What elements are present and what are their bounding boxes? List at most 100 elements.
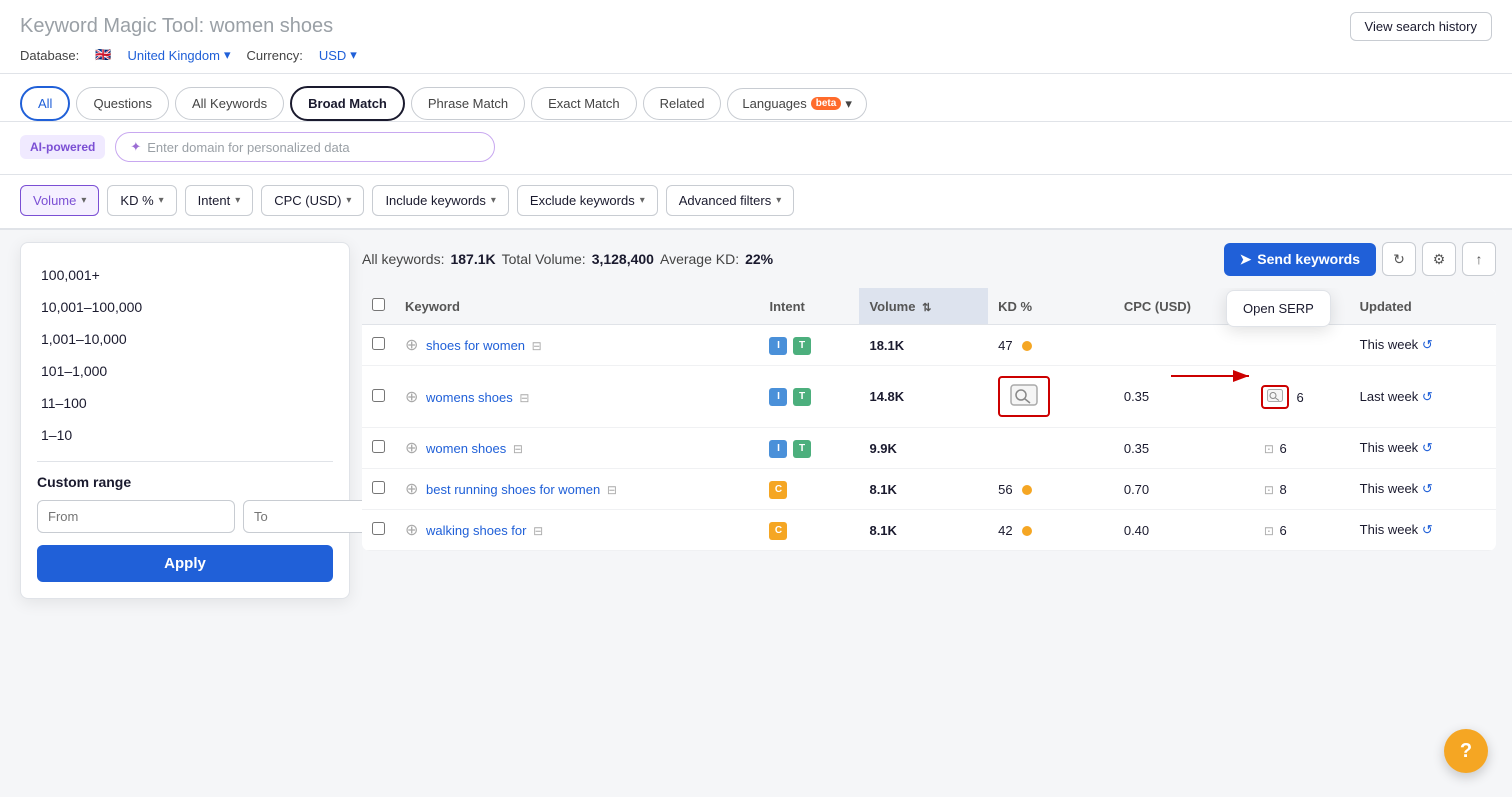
serp-icon[interactable]: ⊡ xyxy=(1264,524,1274,538)
sf-cell: 6 xyxy=(1251,366,1350,428)
table-row: ⊕ best running shoes for women ⊟ C 8.1K … xyxy=(362,469,1496,510)
filter-advanced[interactable]: Advanced filters ▾ xyxy=(666,185,795,216)
tab-languages[interactable]: Languages beta ▾ xyxy=(727,88,866,120)
row-checkbox[interactable] xyxy=(372,440,385,453)
filter-kd[interactable]: KD % ▾ xyxy=(107,185,176,216)
tab-exact-match[interactable]: Exact Match xyxy=(531,87,637,120)
select-all-checkbox[interactable] xyxy=(372,298,385,311)
filter-volume[interactable]: Volume ▾ xyxy=(20,185,99,216)
chevron-down-icon: ▾ xyxy=(845,96,852,112)
currency-selector[interactable]: USD ▾ xyxy=(319,47,357,63)
intent-cell: C xyxy=(759,469,859,510)
keyword-link[interactable]: womens shoes xyxy=(426,390,513,405)
view-history-button[interactable]: View search history xyxy=(1350,12,1492,41)
serp-icon[interactable]: ⊡ xyxy=(1264,442,1274,456)
intent-badge-i: I xyxy=(769,440,787,458)
row-checkbox-cell xyxy=(362,510,395,551)
row-checkbox[interactable] xyxy=(372,522,385,535)
database-row: Database: 🇬🇧 United Kingdom ▾ Currency: … xyxy=(20,47,1492,63)
range-from-input[interactable] xyxy=(37,500,235,533)
volume-option-1k[interactable]: 1,001–10,000 xyxy=(37,323,333,355)
add-icon[interactable]: ⊕ xyxy=(405,481,418,498)
tabs-row: All Questions All Keywords Broad Match P… xyxy=(20,86,1492,121)
filter-exclude-keywords[interactable]: Exclude keywords ▾ xyxy=(517,185,658,216)
keyword-link[interactable]: best running shoes for women xyxy=(426,482,600,497)
filter-intent[interactable]: Intent ▾ xyxy=(185,185,254,216)
serp-search-icon xyxy=(1010,384,1038,406)
total-volume-value: 3,128,400 xyxy=(592,251,654,267)
help-button[interactable]: ? xyxy=(1444,729,1488,773)
volume-column-header[interactable]: Volume ⇅ xyxy=(859,288,988,325)
volume-option-100k[interactable]: 100,001+ xyxy=(37,259,333,291)
cpc-cell: 0.35 xyxy=(1114,366,1251,428)
refresh-icon[interactable]: ↺ xyxy=(1422,337,1433,352)
tab-phrase-match[interactable]: Phrase Match xyxy=(411,87,525,120)
cpc-cell: 0.70 xyxy=(1114,469,1251,510)
custom-range-label: Custom range xyxy=(37,474,333,490)
send-keywords-button[interactable]: ➤ Send keywords xyxy=(1224,243,1376,276)
updated-column-header: Updated xyxy=(1350,288,1496,325)
table-icon[interactable]: ⊟ xyxy=(532,339,542,353)
row-checkbox[interactable] xyxy=(372,389,385,402)
cpc-cell: 0.35 xyxy=(1114,428,1251,469)
row-checkbox[interactable] xyxy=(372,481,385,494)
row-checkbox[interactable] xyxy=(372,337,385,350)
refresh-icon[interactable]: ↺ xyxy=(1422,389,1433,404)
keyword-link[interactable]: women shoes xyxy=(426,441,506,456)
export-button[interactable]: ↑ xyxy=(1462,242,1496,276)
intent-badge-c: C xyxy=(769,522,787,540)
serp-icon-small-highlighted[interactable] xyxy=(1261,385,1289,409)
sort-icon: ⇅ xyxy=(922,302,931,314)
table-row: ⊕ women shoes ⊟ I T 9.9K xyxy=(362,428,1496,469)
add-icon[interactable]: ⊕ xyxy=(405,337,418,354)
kd-cell xyxy=(988,366,1114,428)
table-icon[interactable]: ⊟ xyxy=(533,524,543,538)
keyword-cell: ⊕ walking shoes for ⊟ xyxy=(395,510,759,551)
volume-option-1[interactable]: 1–10 xyxy=(37,419,333,451)
sparkle-icon: ✦ xyxy=(130,139,141,155)
row-checkbox-cell xyxy=(362,325,395,366)
intent-cell: I T xyxy=(759,428,859,469)
open-serp-tooltip[interactable]: Open SERP xyxy=(1226,290,1331,327)
table-icon[interactable]: ⊟ xyxy=(519,391,529,405)
send-icon: ➤ xyxy=(1240,251,1252,268)
ai-domain-input[interactable]: ✦ Enter domain for personalized data xyxy=(115,132,495,162)
intent-cell: I T xyxy=(759,325,859,366)
tab-all[interactable]: All xyxy=(20,86,70,121)
tab-questions[interactable]: Questions xyxy=(76,87,169,120)
volume-option-10k[interactable]: 10,001–100,000 xyxy=(37,291,333,323)
volume-cell: 8.1K xyxy=(859,510,988,551)
volume-option-101[interactable]: 101–1,000 xyxy=(37,355,333,387)
chevron-down-icon: ▾ xyxy=(640,195,645,206)
tab-all-keywords[interactable]: All Keywords xyxy=(175,87,284,120)
table-icon[interactable]: ⊟ xyxy=(607,483,617,497)
keyword-link[interactable]: shoes for women xyxy=(426,338,525,353)
volume-option-11[interactable]: 11–100 xyxy=(37,387,333,419)
serp-icon[interactable]: ⊡ xyxy=(1264,483,1274,497)
custom-range-section: Custom range Apply xyxy=(37,474,333,582)
avg-kd-label: Average KD: xyxy=(660,251,739,267)
filters-bar: Volume ▾ KD % ▾ Intent ▾ CPC (USD) ▾ Inc… xyxy=(0,175,1512,230)
volume-cell: 18.1K xyxy=(859,325,988,366)
tab-broad-match[interactable]: Broad Match xyxy=(290,86,405,121)
apply-button[interactable]: Apply xyxy=(37,545,333,582)
tab-related[interactable]: Related xyxy=(643,87,722,120)
row-checkbox-cell xyxy=(362,428,395,469)
refresh-button[interactable]: ↻ xyxy=(1382,242,1416,276)
row-checkbox-cell xyxy=(362,469,395,510)
refresh-icon[interactable]: ↺ xyxy=(1422,522,1433,537)
keywords-table: Keyword Intent Volume ⇅ KD % CPC (USD) S… xyxy=(362,288,1496,551)
settings-button[interactable]: ⚙ xyxy=(1422,242,1456,276)
database-selector[interactable]: United Kingdom ▾ xyxy=(127,47,230,63)
table-icon[interactable]: ⊟ xyxy=(513,442,523,456)
add-icon[interactable]: ⊕ xyxy=(405,440,418,457)
filter-cpc[interactable]: CPC (USD) ▾ xyxy=(261,185,364,216)
filter-include-keywords[interactable]: Include keywords ▾ xyxy=(372,185,508,216)
serp-icon-large-highlighted[interactable] xyxy=(998,376,1050,417)
refresh-icon[interactable]: ↺ xyxy=(1422,440,1433,455)
add-icon[interactable]: ⊕ xyxy=(405,522,418,539)
add-icon[interactable]: ⊕ xyxy=(405,389,418,406)
chevron-down-icon: ▾ xyxy=(235,195,240,206)
refresh-icon[interactable]: ↺ xyxy=(1422,481,1433,496)
keyword-link[interactable]: walking shoes for xyxy=(426,523,526,538)
